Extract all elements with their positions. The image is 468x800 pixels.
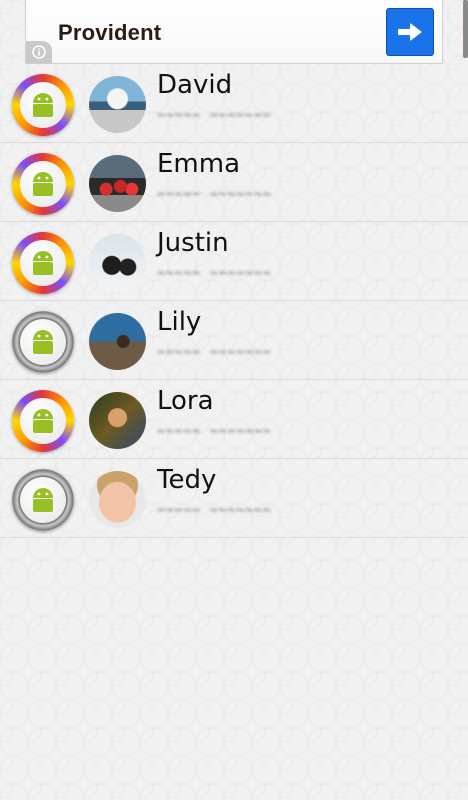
android-icon — [33, 172, 53, 196]
contact-name: Lily — [157, 307, 202, 337]
contact-row-lily[interactable]: Lily ~~~~~ ~~~~~~~ — [0, 301, 468, 380]
contact-name: Emma — [157, 149, 241, 179]
contact-name: Justin — [157, 228, 229, 258]
android-icon — [33, 409, 53, 433]
scrollbar[interactable] — [463, 0, 468, 58]
avatar — [89, 392, 146, 449]
contact-row-lora[interactable]: Lora ~~~~~ ~~~~~~~ — [0, 380, 468, 459]
ad-open-button[interactable] — [386, 8, 434, 56]
contact-status: ~~~~~ ~~~~~~~ — [157, 503, 272, 518]
arrow-right-icon — [398, 23, 422, 41]
info-glyph-icon — [32, 45, 46, 59]
android-icon — [33, 93, 53, 117]
ad-banner[interactable]: Provident — [25, 0, 443, 64]
contact-status: ~~~~~ ~~~~~~~ — [157, 424, 272, 439]
ad-title[interactable]: Provident — [58, 20, 161, 46]
contact-status: ~~~~~ ~~~~~~~ — [157, 345, 272, 360]
status-ring — [12, 232, 74, 294]
contact-name: Lora — [157, 386, 214, 416]
status-ring — [12, 153, 74, 215]
contact-row-tedy[interactable]: Tedy ~~~~~ ~~~~~~~ — [0, 459, 468, 538]
status-ring — [12, 390, 74, 452]
android-icon — [33, 251, 53, 275]
contact-row-justin[interactable]: Justin ~~~~~ ~~~~~~~ — [0, 222, 468, 301]
contact-row-david[interactable]: David ~~~~~ ~~~~~~~ — [0, 64, 468, 143]
status-ring — [12, 311, 74, 373]
contact-name: Tedy — [157, 465, 217, 495]
contact-name: David — [157, 70, 233, 100]
avatar — [89, 471, 146, 528]
avatar — [89, 76, 146, 133]
contact-row-emma[interactable]: Emma ~~~~~ ~~~~~~~ — [0, 143, 468, 222]
android-icon — [33, 488, 53, 512]
contact-list: David ~~~~~ ~~~~~~~ Emma ~~~~~ ~~~~~~~ J… — [0, 64, 468, 538]
contact-status: ~~~~~ ~~~~~~~ — [157, 187, 272, 202]
status-ring — [12, 74, 74, 136]
avatar — [89, 155, 146, 212]
avatar — [89, 313, 146, 370]
info-icon[interactable] — [26, 41, 52, 63]
contact-status: ~~~~~ ~~~~~~~ — [157, 108, 272, 123]
contact-status: ~~~~~ ~~~~~~~ — [157, 266, 272, 281]
android-icon — [33, 330, 53, 354]
avatar — [89, 234, 146, 291]
status-ring — [12, 469, 74, 531]
